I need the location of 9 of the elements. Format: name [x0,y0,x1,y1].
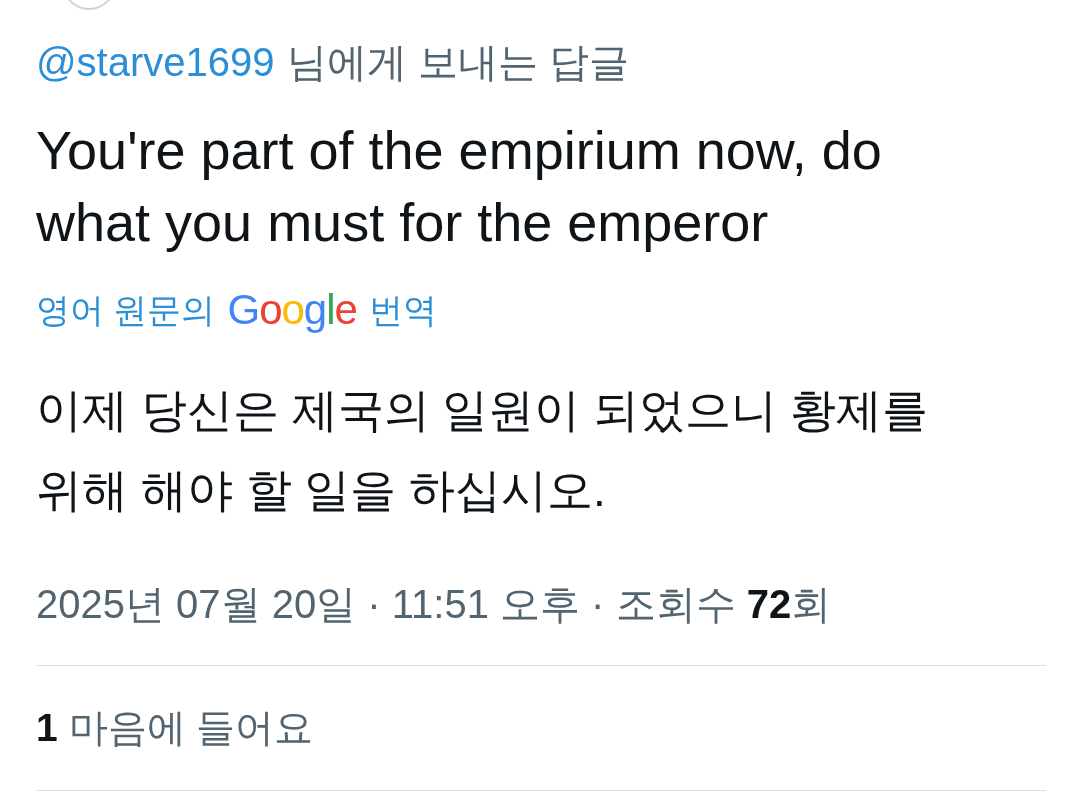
google-logo: Google [227,286,357,334]
translated-text: 이제 당신은 제국의 일원이 되었으니 황제를 위해 해야 할 일을 하십시오. [36,383,929,518]
translation-label: 번역 [368,290,437,331]
tweet-text: You're part of the empirium now, do what you must for the emperor [36,119,883,254]
reply-to-label: 님에게 보내는 답글 [286,40,629,84]
timestamp-line: 2025년 07월 20일 · 11:51 오후 · 조회수 72회 [36,581,833,628]
likes-link[interactable]: 1 마음에 들어요 [36,704,314,752]
translation-label: 영어 원문의 [36,290,216,331]
handle-link[interactable]: @starve1699 [36,40,275,84]
